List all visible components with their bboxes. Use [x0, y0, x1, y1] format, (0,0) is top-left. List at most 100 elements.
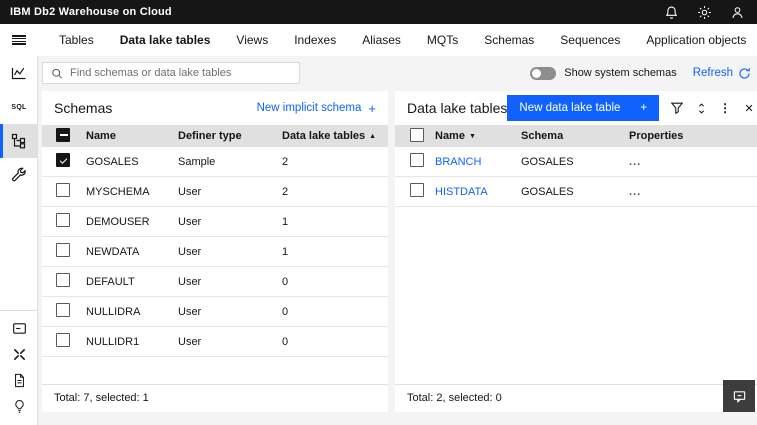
schema-row[interactable]: GOSALES Sample 2 [42, 147, 388, 177]
sort-descending-icon: ▼ [469, 133, 476, 140]
col-data-lake-tables[interactable]: Data lake tables▲ [282, 130, 388, 142]
tab-schemas[interactable]: Schemas [471, 24, 547, 56]
schema-row[interactable]: MYSCHEMA User 2 [42, 177, 388, 207]
dlt-table-header: Name▼ Schema Properties [395, 125, 757, 147]
tab-sequences[interactable]: Sequences [547, 24, 633, 56]
tab-application-objects[interactable]: Application objects [633, 24, 757, 56]
overflow-menu-icon[interactable]: ⋮ [713, 96, 737, 120]
schema-definer-type: Sample [178, 156, 282, 168]
sql-editor-icon[interactable]: SQL [0, 90, 38, 124]
panels-row: Schemas New implicit schema + Name Defin… [42, 91, 755, 412]
schema-name: DEFAULT [86, 276, 178, 288]
schema-dlt-count: 1 [282, 246, 388, 258]
dlt-total-status: Total: 2, selected: 0 [395, 384, 757, 412]
schema-name: DEMOUSER [86, 216, 178, 228]
lightbulb-icon[interactable] [0, 393, 38, 419]
tab-tables[interactable]: Tables [46, 24, 107, 56]
filter-icon[interactable] [665, 96, 689, 120]
data-objects-icon[interactable] [0, 124, 38, 158]
new-implicit-schema-button[interactable]: New implicit schema + [257, 101, 376, 116]
table-schema: GOSALES [521, 156, 629, 168]
row-checkbox[interactable] [56, 273, 70, 287]
dlt-panel-header: Data lake tables New data lake table + [395, 91, 757, 125]
select-all-tables-checkbox[interactable] [410, 128, 424, 142]
refresh-button[interactable]: Refresh [693, 67, 751, 80]
col-schema[interactable]: Schema [521, 130, 629, 142]
schema-dlt-count: 0 [282, 336, 388, 348]
schemas-total-status: Total: 7, selected: 1 [42, 384, 388, 412]
document-icon[interactable] [0, 367, 38, 393]
schema-name: NEWDATA [86, 246, 178, 258]
schema-row[interactable]: NULLIDR1 User 0 [42, 327, 388, 357]
schema-definer-type: User [178, 246, 282, 258]
topbar-actions [663, 4, 745, 20]
sort-icon[interactable] [689, 96, 713, 120]
schema-dlt-count: 1 [282, 216, 388, 228]
row-checkbox[interactable] [56, 333, 70, 347]
col-name[interactable]: Name▼ [435, 130, 521, 142]
schema-name: NULLIDRA [86, 306, 178, 318]
close-panel-icon[interactable]: ✕ [737, 96, 757, 120]
tab-indexes[interactable]: Indexes [281, 24, 349, 56]
top-header-bar: IBM Db2 Warehouse on Cloud [0, 0, 757, 24]
table-schema: GOSALES [521, 186, 629, 198]
schema-definer-type: User [178, 306, 282, 318]
schema-row[interactable]: DEFAULT User 0 [42, 267, 388, 297]
tab-mqts[interactable]: MQTs [414, 24, 471, 56]
row-checkbox[interactable] [410, 183, 424, 197]
list-controls: Show system schemas Refresh [530, 67, 751, 80]
search-input[interactable] [70, 67, 291, 79]
show-system-schemas-label: Show system schemas [564, 67, 676, 79]
col-properties[interactable]: Properties [629, 130, 757, 142]
schemas-table-header: Name Definer type Data lake tables▲ [42, 125, 388, 147]
row-checkbox[interactable] [56, 243, 70, 257]
table-row[interactable]: BRANCH GOSALES ... [395, 147, 757, 177]
schema-row[interactable]: NULLIDRA User 0 [42, 297, 388, 327]
col-name[interactable]: Name [86, 130, 178, 142]
menu-hamburger-icon[interactable] [0, 24, 38, 56]
tab-views[interactable]: Views [223, 24, 281, 56]
refresh-icon [738, 67, 751, 80]
properties-overflow-icon[interactable]: ... [629, 156, 757, 168]
row-checkbox[interactable] [56, 213, 70, 227]
schema-row[interactable]: NEWDATA User 1 [42, 237, 388, 267]
data-lake-tables-panel: Data lake tables New data lake table + [395, 91, 757, 412]
schema-dlt-count: 2 [282, 186, 388, 198]
collapse-arrows-icon[interactable] [0, 341, 38, 367]
schemas-panel: Schemas New implicit schema + Name Defin… [42, 91, 388, 412]
plus-icon: + [368, 101, 376, 116]
tab-data-lake-tables[interactable]: Data lake tables [107, 24, 224, 56]
row-checkbox[interactable] [56, 183, 70, 197]
content-toolbar: Show system schemas Refresh [42, 62, 755, 84]
select-all-schemas-checkbox[interactable] [56, 128, 70, 142]
row-checkbox[interactable] [56, 303, 70, 317]
theme-sun-icon[interactable] [696, 4, 712, 20]
row-checkbox[interactable] [56, 153, 70, 167]
schema-dlt-count: 2 [282, 156, 388, 168]
table-name-link[interactable]: HISTDATA [435, 186, 521, 198]
col-definer-type[interactable]: Definer type [178, 130, 282, 142]
feedback-chat-icon [732, 389, 747, 404]
new-data-lake-table-button[interactable]: New data lake table + [507, 95, 659, 121]
schema-name: NULLIDR1 [86, 336, 178, 348]
table-row[interactable]: HISTDATA GOSALES ... [395, 177, 757, 207]
sort-ascending-icon: ▲ [369, 133, 376, 140]
left-nav-sidebar: SQL [0, 56, 38, 425]
row-checkbox[interactable] [410, 153, 424, 167]
search-box[interactable] [42, 62, 300, 84]
feedback-button[interactable] [723, 380, 755, 412]
schemas-panel-header: Schemas New implicit schema + [42, 91, 388, 125]
console-icon[interactable] [0, 315, 38, 341]
properties-overflow-icon[interactable]: ... [629, 186, 757, 198]
tab-aliases[interactable]: Aliases [349, 24, 414, 56]
schema-row[interactable]: DEMOUSER User 1 [42, 207, 388, 237]
show-system-schemas-toggle[interactable] [530, 67, 556, 80]
notifications-bell-icon[interactable] [663, 4, 679, 20]
user-avatar-icon[interactable] [729, 4, 745, 20]
monitor-chart-icon[interactable] [0, 56, 38, 90]
table-name-link[interactable]: BRANCH [435, 156, 521, 168]
schemas-panel-title: Schemas [54, 100, 112, 116]
schema-definer-type: User [178, 216, 282, 228]
schema-dlt-count: 0 [282, 276, 388, 288]
admin-wrench-icon[interactable] [0, 158, 38, 192]
